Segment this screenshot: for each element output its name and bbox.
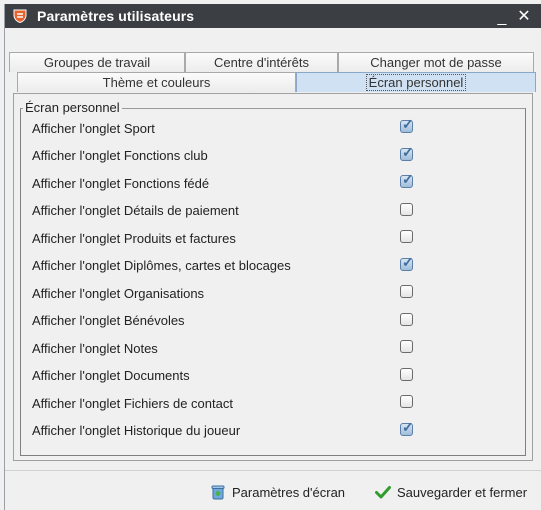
checkmark-icon [375, 484, 391, 500]
footer-bar: Paramètres d'écran Sauvegarder et fermer [5, 470, 541, 510]
tab-label: Écran personnel [365, 74, 467, 91]
option-label: Afficher l'onglet Sport [32, 120, 155, 136]
option-checkbox[interactable]: ✓ [400, 171, 414, 188]
checkmark-icon: ✓ [402, 418, 414, 435]
option-label: Afficher l'onglet Diplômes, cartes et bl… [32, 258, 291, 273]
option-label: Afficher l'onglet Notes [32, 340, 158, 356]
option-row[interactable]: Afficher l'onglet Sport ✓ [32, 116, 422, 138]
tab-label: Changer mot de passe [370, 55, 502, 70]
tab-strip: Groupes de travail Centre d'intérêts Cha… [5, 28, 541, 100]
option-row[interactable]: Afficher l'onglet Notes [32, 338, 422, 358]
app-shield-icon [13, 9, 27, 23]
ecran-personnel-group: Écran personnel Afficher l'onglet Sport ✓… [20, 100, 526, 456]
option-row[interactable]: Afficher l'onglet Fonctions club ✓ [32, 143, 422, 166]
option-label: Afficher l'onglet Produits et factures [32, 230, 236, 246]
option-checkbox[interactable] [400, 230, 413, 243]
close-icon[interactable]: ✕ [513, 6, 535, 26]
option-row[interactable]: Afficher l'onglet Fonctions fédé ✓ [32, 171, 422, 193]
tab-label: Groupes de travail [43, 55, 151, 70]
option-label: Afficher l'onglet Fonctions club [32, 148, 208, 163]
group-legend: Écran personnel [23, 100, 122, 115]
option-row[interactable]: Afficher l'onglet Organisations [32, 283, 422, 303]
option-label: Afficher l'onglet Bénévoles [32, 313, 185, 328]
option-label: Afficher l'onglet Documents [32, 368, 190, 383]
option-row[interactable]: Afficher l'onglet Historique du joueur ✓ [32, 418, 422, 441]
checkmark-icon: ✓ [402, 171, 414, 187]
tab-centre-interets[interactable]: Centre d'intérêts [185, 52, 338, 72]
option-row[interactable]: Afficher l'onglet Diplômes, cartes et bl… [32, 253, 422, 276]
save-and-close-button[interactable]: Sauvegarder et fermer [375, 483, 527, 501]
screen-settings-label: Paramètres d'écran [232, 484, 346, 500]
option-checkbox[interactable]: ✓ [400, 116, 414, 133]
settings-window: Paramètres utilisateurs _ ✕ Groupes de t… [4, 4, 541, 510]
checkmark-icon: ✓ [402, 253, 414, 270]
checkmark-icon: ✓ [402, 116, 414, 132]
tab-label: Thème et couleurs [102, 75, 211, 90]
tab-groupes-de-travail[interactable]: Groupes de travail [9, 52, 185, 72]
window-title: Paramètres utilisateurs [37, 8, 195, 24]
option-checkbox[interactable] [400, 367, 413, 381]
minimize-icon[interactable]: _ [491, 9, 513, 27]
option-checkbox[interactable] [400, 312, 413, 326]
option-label: Afficher l'onglet Historique du joueur [32, 423, 241, 438]
option-checkbox[interactable] [400, 340, 413, 353]
tab-changer-mot-de-passe[interactable]: Changer mot de passe [338, 52, 534, 72]
tab-label: Centre d'intérêts [214, 55, 309, 70]
tab-theme-et-couleurs[interactable]: Thème et couleurs [17, 72, 296, 92]
option-row[interactable]: Afficher l'onglet Documents [32, 366, 422, 386]
tab-panel: Écran personnel Afficher l'onglet Sport ✓… [13, 93, 533, 461]
option-checkbox[interactable] [400, 202, 413, 216]
option-checkbox[interactable]: ✓ [400, 418, 414, 436]
trash-can-icon [210, 484, 226, 500]
option-row[interactable]: Afficher l'onglet Bénévoles [32, 311, 422, 331]
option-checkbox[interactable]: ✓ [400, 143, 414, 161]
option-label: Afficher l'onglet Organisations [32, 285, 205, 301]
option-label: Afficher l'onglet Fichiers de contact [32, 395, 233, 411]
tab-ecran-personnel[interactable]: Écran personnel [296, 72, 536, 92]
option-label: Afficher l'onglet Détails de paiement [32, 203, 239, 218]
option-row[interactable]: Afficher l'onglet Fichiers de contact [32, 393, 422, 413]
option-checkbox[interactable] [400, 395, 413, 408]
option-row[interactable]: Afficher l'onglet Produits et factures [32, 228, 422, 248]
screen-settings-button[interactable]: Paramètres d'écran [210, 483, 345, 501]
option-label: Afficher l'onglet Fonctions fédé [32, 175, 210, 191]
option-checkbox[interactable] [400, 285, 413, 298]
option-row[interactable]: Afficher l'onglet Détails de paiement [32, 201, 422, 221]
save-and-close-label: Sauvegarder et fermer [397, 484, 528, 500]
option-checkbox[interactable]: ✓ [400, 253, 414, 271]
title-bar[interactable]: Paramètres utilisateurs _ ✕ [5, 4, 541, 28]
checkmark-icon: ✓ [402, 143, 414, 160]
